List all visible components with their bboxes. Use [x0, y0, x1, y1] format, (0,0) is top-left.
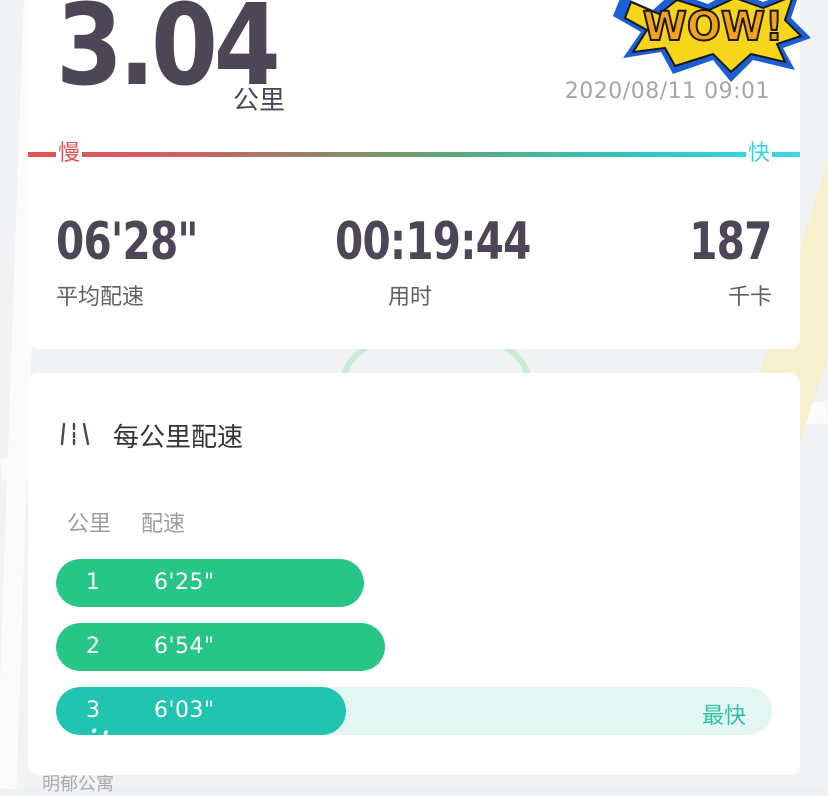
duration-value: 00:19:44 [335, 212, 531, 272]
km-pace: 6'25" [154, 570, 215, 595]
pace-section-title: 每公里配速 [113, 423, 244, 453]
calories-label: 千卡 [727, 285, 772, 310]
duration-label: 用时 [388, 285, 433, 310]
km-pace-bar [56, 623, 386, 671]
watermark: meitu [26, 722, 138, 768]
road-icon [60, 422, 90, 446]
speed-gradient-bar [28, 152, 800, 157]
calories-value: 187 [689, 212, 773, 272]
km-number: 2 [86, 634, 100, 659]
avg-pace-label: 平均配速 [56, 285, 145, 310]
slow-label: 慢 [56, 141, 83, 167]
avg-pace-value: 06'28" [56, 212, 199, 272]
distance-unit: 公里 [233, 86, 286, 116]
km-pace-row: 2 6'54" [56, 623, 772, 671]
km-pace-row-fastest: 3 6'03" 最快 [56, 687, 772, 735]
fastest-badge: 最快 [701, 704, 746, 729]
km-pace-row: 1 6'25" [56, 559, 772, 607]
run-summary-card: 3.04 公里 2020/08/11 09:01 WOW! 慢 快 06'28"… [28, 0, 811, 349]
pace-per-km-card: 每公里配速 公里 配速 1 6'25" 2 6'54" 3 6'03" 最快 [28, 373, 800, 775]
km-pace: 6'03" [154, 698, 215, 723]
km-number: 3 [86, 698, 100, 723]
km-pace: 6'54" [154, 634, 215, 659]
km-number: 1 [86, 570, 100, 595]
km-column-header: 公里 [67, 512, 112, 537]
fast-label: 快 [745, 141, 772, 167]
wow-sticker-text: WOW! [643, 4, 784, 50]
pace-column-header: 配速 [141, 512, 186, 537]
wow-sticker: WOW! [613, 0, 811, 82]
